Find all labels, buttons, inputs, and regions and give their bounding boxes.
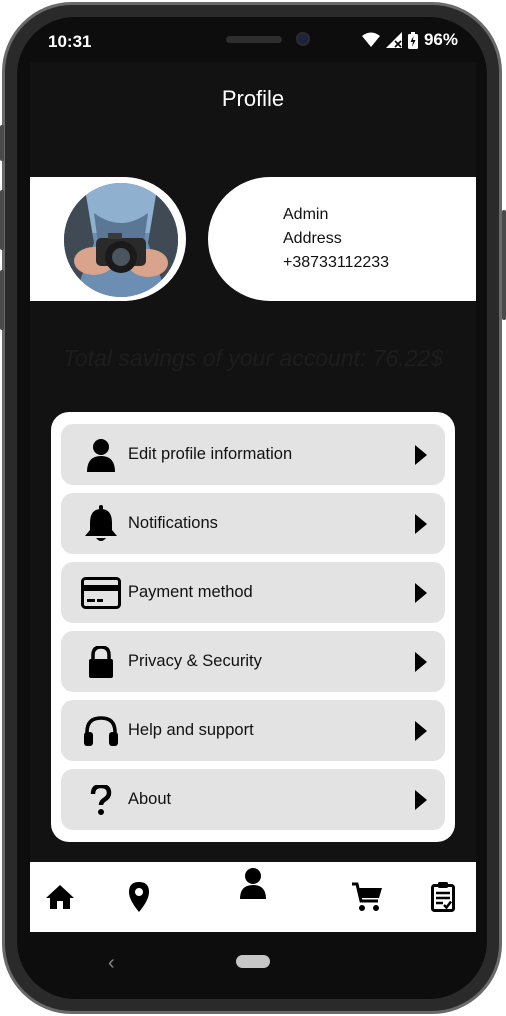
menu-item-edit-profile[interactable]: Edit profile information xyxy=(61,424,445,485)
bell-icon xyxy=(81,504,121,544)
profile-address: Address xyxy=(283,230,342,247)
menu-item-label: Edit profile information xyxy=(128,445,293,463)
page-title: Profile xyxy=(221,86,285,111)
chevron-right-icon xyxy=(415,721,427,741)
location-pin-icon[interactable] xyxy=(124,880,154,914)
profile-section: Admin Address +38733112233 xyxy=(30,177,476,301)
avatar-container xyxy=(30,177,186,301)
chevron-right-icon xyxy=(415,790,427,810)
front-camera xyxy=(296,32,310,46)
menu-item-payment[interactable]: Payment method xyxy=(61,562,445,623)
menu-item-help[interactable]: Help and support xyxy=(61,700,445,761)
home-pill[interactable] xyxy=(236,955,270,968)
person-icon xyxy=(81,435,121,475)
avatar-photo xyxy=(64,183,178,297)
signal-icon xyxy=(385,32,402,48)
settings-menu: Edit profile information Notifications P… xyxy=(51,412,455,842)
menu-item-label: Privacy & Security xyxy=(128,652,262,670)
profile-info-card: Admin Address +38733112233 xyxy=(208,177,476,301)
menu-item-label: About xyxy=(128,790,172,808)
status-time: 10:31 xyxy=(48,32,92,51)
power-button xyxy=(502,210,506,320)
wifi-icon xyxy=(361,32,380,47)
status-bar: 10:31 96% xyxy=(30,24,476,58)
chevron-right-icon xyxy=(415,652,427,672)
question-icon xyxy=(81,780,121,820)
chevron-right-icon xyxy=(415,445,427,465)
clipboard-icon[interactable] xyxy=(428,880,458,914)
menu-item-label: Help and support xyxy=(128,721,254,739)
profile-icon[interactable] xyxy=(236,866,270,900)
profile-phone: +38733112233 xyxy=(283,254,390,271)
menu-item-about[interactable]: About xyxy=(61,769,445,830)
profile-name: Admin xyxy=(283,206,329,223)
side-button xyxy=(0,270,4,330)
lock-icon xyxy=(81,642,121,682)
side-button xyxy=(0,125,4,161)
battery-level: 96% xyxy=(423,30,458,49)
app-screen: Profile Admin Address +38733112233 Total… xyxy=(30,62,476,932)
back-icon[interactable]: ‹ xyxy=(108,952,115,975)
earpiece-speaker xyxy=(226,36,282,43)
bottom-navigation xyxy=(30,862,476,932)
avatar[interactable] xyxy=(64,183,178,297)
home-icon[interactable] xyxy=(44,882,76,912)
status-icons: 96% xyxy=(361,30,458,50)
menu-item-privacy[interactable]: Privacy & Security xyxy=(61,631,445,692)
headphones-icon xyxy=(81,711,121,751)
battery-icon xyxy=(407,31,418,49)
chevron-right-icon xyxy=(415,514,427,534)
menu-item-notifications[interactable]: Notifications xyxy=(61,493,445,554)
chevron-right-icon xyxy=(415,583,427,603)
credit-card-icon xyxy=(81,573,121,613)
side-button xyxy=(0,190,4,250)
system-navigation: ‹ xyxy=(30,940,476,984)
cart-icon[interactable] xyxy=(350,880,384,914)
menu-item-label: Payment method xyxy=(128,583,253,601)
menu-item-label: Notifications xyxy=(128,514,218,532)
savings-text: Total savings of your account: 76.22$ xyxy=(62,345,444,371)
